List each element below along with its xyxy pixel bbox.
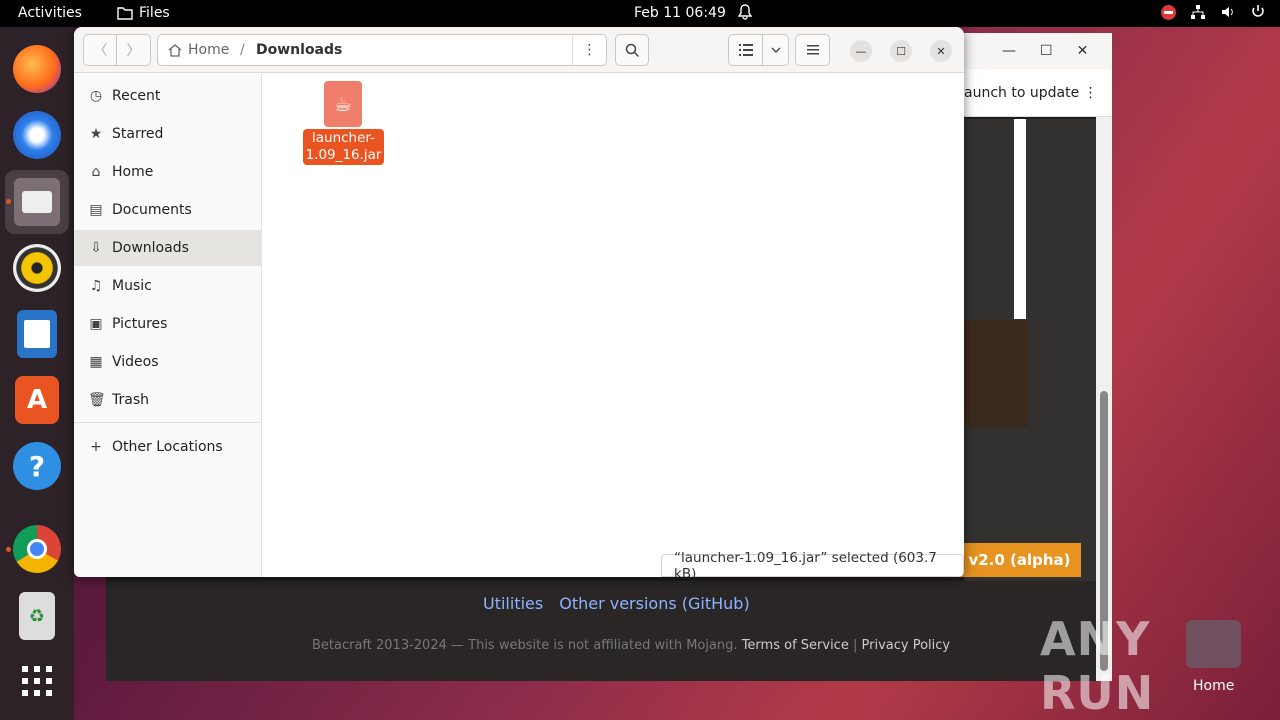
star-icon: ★: [89, 126, 103, 142]
trash-icon: 🗑: [88, 392, 106, 408]
list-view-button[interactable]: [728, 34, 764, 66]
do-not-disturb-icon: [1161, 4, 1176, 20]
music-icon: ♫: [89, 278, 103, 294]
running-indicator: [6, 547, 11, 552]
sidebar-divider: [74, 422, 262, 423]
folder-icon: [117, 7, 133, 20]
power-icon: [1252, 5, 1264, 17]
activities-button[interactable]: Activities: [18, 5, 82, 21]
path-menu-button[interactable]: ⋮: [572, 35, 606, 65]
chevron-down-icon: [771, 47, 780, 53]
status-bar: “launcher-1.09_16.jar” selected (603.7 k…: [661, 550, 964, 577]
home-icon: [168, 44, 182, 57]
sidebar-item-pictures[interactable]: ▣ Pictures: [74, 306, 262, 342]
maximize-icon: ☐: [896, 44, 906, 58]
main-menu-button[interactable]: [795, 34, 830, 66]
search-icon: [625, 43, 639, 57]
bell-icon: [737, 4, 753, 24]
sidebar-item-music[interactable]: ♫ Music: [74, 268, 262, 304]
file-view[interactable]: ☕ launcher- 1.09_16.jar: [263, 74, 964, 577]
panel-edge: [1014, 119, 1026, 319]
files-icon[interactable]: [14, 178, 60, 226]
sidebar-item-other-locations[interactable]: + Other Locations: [74, 429, 262, 465]
version-button[interactable]: v2.0 (alpha): [958, 543, 1081, 577]
close-icon: ✕: [936, 44, 946, 58]
home-folder-icon[interactable]: [1186, 620, 1241, 668]
maximize-button[interactable]: ☐: [890, 40, 912, 62]
chevron-right-icon: 〉: [126, 43, 141, 59]
home-desktop-label[interactable]: Home: [1193, 678, 1234, 694]
minimize-icon[interactable]: —: [1002, 43, 1016, 59]
forward-button[interactable]: 〉: [116, 34, 151, 66]
java-file-icon[interactable]: ☕: [324, 81, 362, 127]
kebab-icon: ⋮: [582, 42, 597, 58]
writer-icon[interactable]: [17, 310, 57, 358]
clock-icon: ◷: [89, 88, 103, 104]
chrome-icon[interactable]: [13, 525, 61, 573]
files-window: 〈 〉 Home / Downloads ⋮ — ☐ ✕ ◷ Recent ★ …: [74, 27, 964, 577]
document-icon: ▤: [89, 202, 103, 218]
app-name: Files: [139, 5, 170, 21]
sidebar-item-home[interactable]: ⌂ Home: [74, 154, 262, 190]
view-options-button[interactable]: [762, 34, 789, 66]
sidebar: ◷ Recent ★ Starred ⌂ Home ▤ Documents ⇩ …: [74, 74, 262, 577]
path-separator: /: [240, 42, 245, 58]
copyright: Betacraft 2013-2024 — This website is no…: [312, 638, 951, 653]
sidebar-item-downloads[interactable]: ⇩ Downloads: [74, 230, 262, 266]
file-name-label[interactable]: launcher- 1.09_16.jar: [303, 129, 384, 165]
minimize-button[interactable]: —: [850, 40, 872, 62]
github-link[interactable]: Other versions (GitHub): [559, 594, 749, 613]
rhythmbox-icon[interactable]: [13, 244, 61, 292]
dock: A ? ♻: [0, 27, 74, 720]
network-icon: [1191, 5, 1205, 19]
help-icon[interactable]: ?: [13, 442, 61, 490]
browser-window-controls[interactable]: — ☐ ✕: [1002, 43, 1088, 59]
back-button[interactable]: 〈: [83, 34, 118, 66]
header-bar: 〈 〉 Home / Downloads ⋮ — ☐ ✕: [74, 27, 964, 73]
update-text: aunch to update ⋮: [964, 85, 1098, 101]
volume-icon: [1222, 7, 1233, 17]
minimize-icon: —: [855, 44, 867, 58]
clock[interactable]: Feb 11 06:49: [634, 5, 726, 21]
picture-icon: ▣: [89, 316, 103, 332]
sidebar-item-recent[interactable]: ◷ Recent: [74, 78, 262, 114]
list-icon: [739, 44, 753, 56]
trash-dock-icon[interactable]: ♻: [19, 592, 55, 640]
home-icon: ⌂: [91, 164, 101, 180]
firefox-icon[interactable]: [13, 45, 61, 93]
close-icon[interactable]: ✕: [1077, 43, 1089, 59]
show-apps-icon[interactable]: [13, 657, 61, 705]
path-home[interactable]: Home: [168, 42, 229, 58]
dirt-block: [964, 320, 1028, 427]
video-icon: ▦: [89, 354, 103, 370]
app-menu[interactable]: Files: [117, 5, 170, 21]
thunderbird-icon[interactable]: [13, 111, 61, 159]
hamburger-icon: [806, 45, 819, 55]
sidebar-item-videos[interactable]: ▦ Videos: [74, 344, 262, 380]
sidebar-item-starred[interactable]: ★ Starred: [74, 116, 262, 152]
sidebar-item-documents[interactable]: ▤ Documents: [74, 192, 262, 228]
privacy-link[interactable]: Privacy Policy: [862, 638, 951, 653]
system-tray[interactable]: [1161, 4, 1266, 20]
terms-link[interactable]: Terms of Service: [742, 638, 849, 653]
plus-icon: +: [90, 439, 102, 455]
running-indicator: [6, 199, 11, 204]
kebab-icon[interactable]: ⋮: [1084, 85, 1098, 101]
utilities-link[interactable]: Utilities: [483, 594, 543, 613]
app-center-icon[interactable]: A: [15, 376, 59, 424]
sidebar-item-trash[interactable]: 🗑 Trash: [74, 382, 262, 418]
path-current[interactable]: Downloads: [256, 42, 342, 58]
search-button[interactable]: [615, 34, 649, 66]
chevron-left-icon: 〈: [93, 43, 108, 59]
top-bar: Activities Files Feb 11 06:49: [0, 0, 1280, 27]
download-icon: ⇩: [90, 240, 102, 256]
close-button[interactable]: ✕: [930, 40, 952, 62]
footer-links: Utilities Other versions (GitHub): [483, 594, 750, 613]
watermark: ANY RUN: [1040, 612, 1155, 720]
path-bar[interactable]: Home / Downloads ⋮: [157, 34, 607, 66]
maximize-icon[interactable]: ☐: [1040, 43, 1053, 59]
